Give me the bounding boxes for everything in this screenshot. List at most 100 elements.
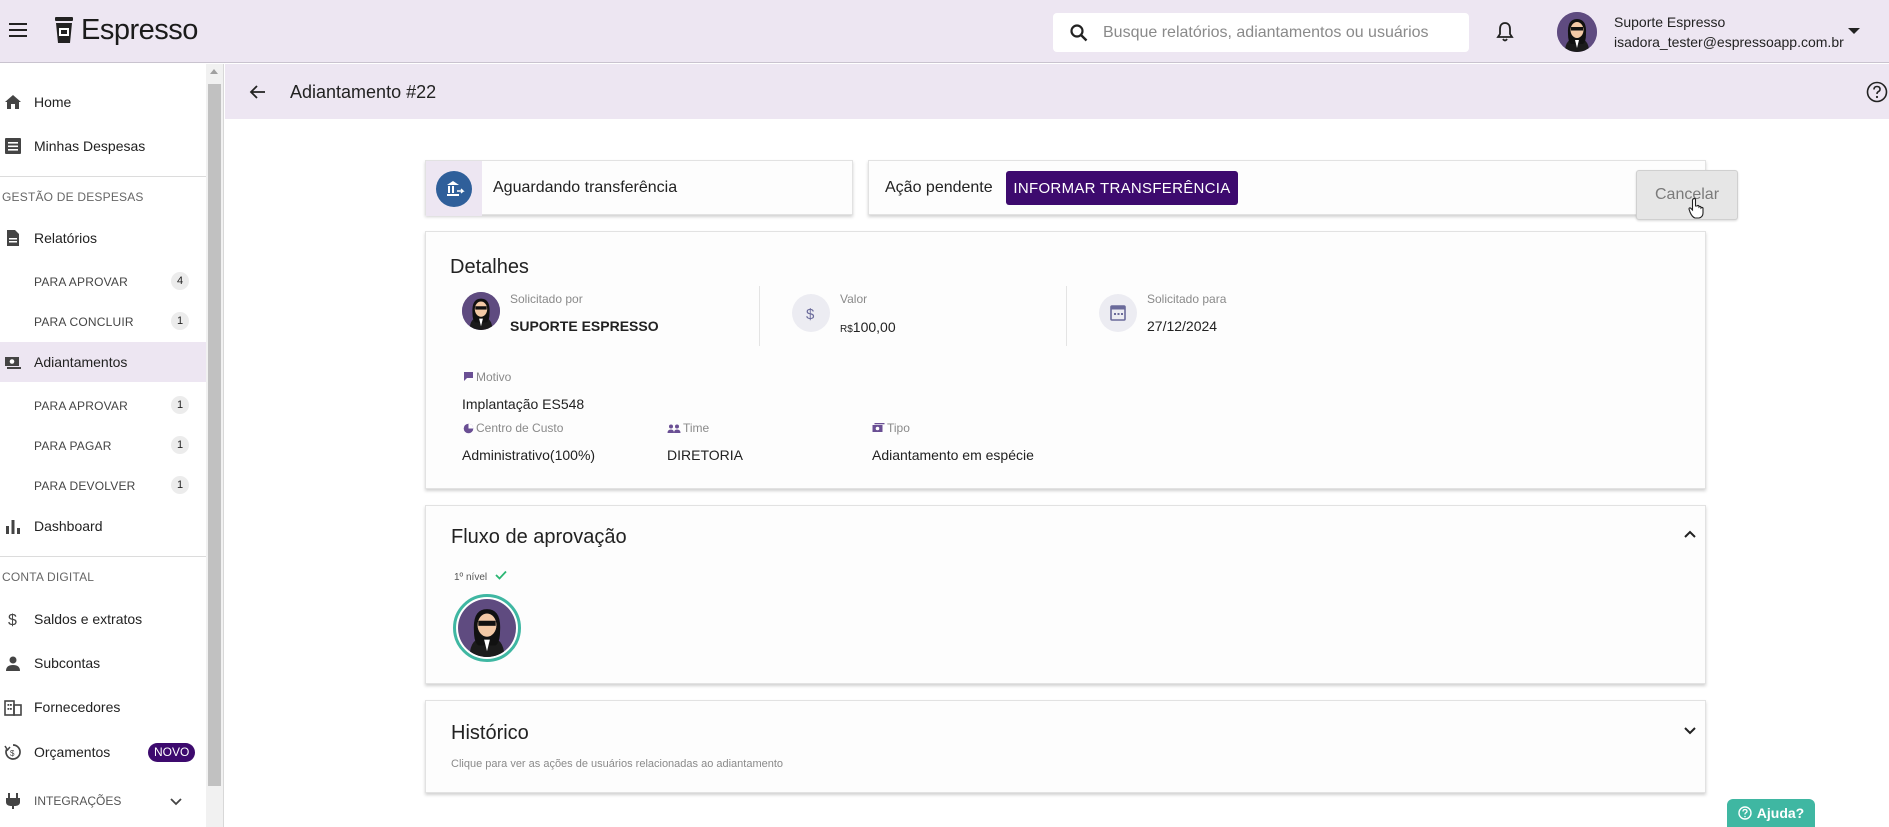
subitem-label: PARA APROVAR xyxy=(34,275,128,289)
pie-chart-icon xyxy=(463,423,474,434)
approver-avatar[interactable] xyxy=(453,594,521,662)
sidebar-subitem-advances-to-return[interactable]: PARA DEVOLVER 1 xyxy=(0,470,206,500)
help-circle-icon xyxy=(1738,806,1752,820)
sidebar-item-integrations[interactable]: INTEGRAÇÕES xyxy=(0,781,206,821)
sidebar-item-label: Subcontas xyxy=(34,655,101,671)
sidebar-item-suppliers[interactable]: Fornecedores xyxy=(0,687,206,727)
status-icon-box xyxy=(426,161,482,216)
avatar-illustration xyxy=(1557,12,1597,52)
check-icon xyxy=(495,570,507,580)
user-menu-caret-icon[interactable] xyxy=(1848,28,1860,34)
type-value: Adiantamento em espécie xyxy=(872,447,1034,463)
sidebar-item-reports[interactable]: Relatórios xyxy=(0,218,206,258)
details-title: Detalhes xyxy=(450,256,529,278)
status-circle xyxy=(436,171,472,207)
subitem-label: PARA CONCLUIR xyxy=(34,315,134,329)
divider xyxy=(0,556,206,557)
search-input[interactable] xyxy=(1103,23,1463,42)
hand-cursor-icon xyxy=(1688,197,1704,219)
pending-action-card: Ação pendente INFORMAR TRANSFERÊNCIA xyxy=(868,160,1706,215)
list-document-icon xyxy=(5,138,21,154)
pending-action-label: Ação pendente xyxy=(885,179,993,196)
history-hint: Clique para ver as ações de usuários rel… xyxy=(451,758,784,770)
sidebar-scrollbar[interactable] xyxy=(206,64,223,827)
chevron-down-icon xyxy=(170,798,182,806)
help-circle-icon[interactable] xyxy=(1866,81,1888,103)
requested-for-value: 27/12/2024 xyxy=(1147,318,1218,334)
history-card[interactable]: Histórico Clique para ver as ações de us… xyxy=(425,700,1706,793)
building-icon xyxy=(4,700,22,716)
divider xyxy=(0,176,206,177)
budget-cycle-icon: $ xyxy=(4,744,21,760)
sidebar-subitem-reports-to-approve[interactable]: PARA APROVAR 4 xyxy=(0,266,206,296)
value-number: 100,00 xyxy=(852,319,896,335)
app-name: Espresso xyxy=(81,13,198,46)
team-icon xyxy=(667,424,681,433)
separator xyxy=(759,286,760,346)
currency-symbol: R$ xyxy=(840,324,853,335)
sidebar-item-subaccounts[interactable]: Subcontas xyxy=(0,643,206,683)
hamburger-menu-icon[interactable] xyxy=(6,18,30,42)
section-header-digital-account: CONTA DIGITAL xyxy=(2,570,95,584)
separator xyxy=(1066,286,1067,346)
sidebar-item-label: Relatórios xyxy=(34,230,98,246)
cost-center-label: Centro de Custo xyxy=(476,421,564,435)
approval-flow-card[interactable]: Fluxo de aprovação 1º nível xyxy=(425,505,1706,684)
count-badge: 1 xyxy=(171,396,189,414)
sidebar-item-label: Dashboard xyxy=(34,518,103,534)
bank-transfer-icon xyxy=(447,181,465,196)
reason-label: Motivo xyxy=(476,370,512,384)
team-label: Time xyxy=(683,421,710,435)
count-badge: 1 xyxy=(171,476,189,494)
sidebar-item-budgets[interactable]: $ Orçamentos NOVO xyxy=(0,732,206,772)
date-icon-circle xyxy=(1099,294,1137,332)
scroll-up-arrow-icon[interactable] xyxy=(210,69,218,74)
scrollbar-thumb[interactable] xyxy=(208,84,221,786)
svg-text:$: $ xyxy=(8,612,17,628)
user-name[interactable]: Suporte Espresso xyxy=(1614,14,1725,30)
approval-flow-title: Fluxo de aprovação xyxy=(451,526,627,548)
sidebar-item-advances[interactable]: Adiantamentos xyxy=(0,342,206,382)
subitem-label: PARA APROVAR xyxy=(34,399,128,413)
plug-icon xyxy=(6,793,20,809)
sidebar-subitem-advances-to-approve[interactable]: PARA APROVAR 1 xyxy=(0,390,206,420)
svg-text:$: $ xyxy=(10,749,15,758)
count-badge: 4 xyxy=(171,272,189,290)
help-chat-button[interactable]: Ajuda? xyxy=(1727,799,1815,827)
calendar-icon xyxy=(1110,305,1126,321)
requested-for-label: Solicitado para xyxy=(1147,292,1227,306)
dollar-icon: $ xyxy=(8,612,17,628)
bar-chart-icon xyxy=(6,520,20,534)
sidebar-item-label: Orçamentos xyxy=(34,744,111,760)
user-email[interactable]: isadora_tester@espressoapp.com.br xyxy=(1614,34,1844,50)
subitem-label: PARA DEVOLVER xyxy=(34,479,136,493)
sidebar-subitem-reports-to-conclude[interactable]: PARA CONCLUIR 1 xyxy=(0,306,206,336)
notifications-bell-icon[interactable] xyxy=(1493,20,1517,44)
report-icon xyxy=(7,230,19,246)
back-arrow-icon[interactable] xyxy=(248,82,268,102)
type-label: Tipo xyxy=(887,421,910,435)
avatar-illustration xyxy=(462,292,500,330)
chevron-down-icon[interactable] xyxy=(1682,723,1698,739)
sidebar-item-label: Saldos e extratos xyxy=(34,611,143,627)
search-bar[interactable] xyxy=(1053,13,1469,52)
status-text: Aguardando transferência xyxy=(493,179,678,196)
app-logo[interactable]: Espresso xyxy=(53,12,198,48)
page-header xyxy=(225,64,1889,119)
sidebar-item-dashboard[interactable]: Dashboard xyxy=(0,506,206,546)
sidebar-item-home[interactable]: Home xyxy=(0,82,206,122)
count-badge: 1 xyxy=(171,312,189,330)
sidebar-item-balances[interactable]: $ Saldos e extratos xyxy=(0,599,206,639)
home-icon xyxy=(5,95,21,109)
user-avatar[interactable] xyxy=(1557,12,1597,52)
chevron-up-icon[interactable] xyxy=(1682,526,1698,542)
sidebar-item-label: Adiantamentos xyxy=(34,354,128,370)
details-card: Detalhes Solicitado por SUPORTE ESPRESSO… xyxy=(425,231,1706,489)
inform-transfer-button[interactable]: INFORMAR TRANSFERÊNCIA xyxy=(1006,171,1238,205)
value-icon-circle: $ xyxy=(792,294,830,332)
section-header-expenses: GESTÃO DE DESPESAS xyxy=(2,190,144,204)
sidebar-subitem-advances-to-pay[interactable]: PARA PAGAR 1 xyxy=(0,430,206,460)
money-icon xyxy=(872,423,885,432)
sidebar-item-my-expenses[interactable]: Minhas Despesas xyxy=(0,126,206,166)
value-label: Valor xyxy=(840,292,868,306)
